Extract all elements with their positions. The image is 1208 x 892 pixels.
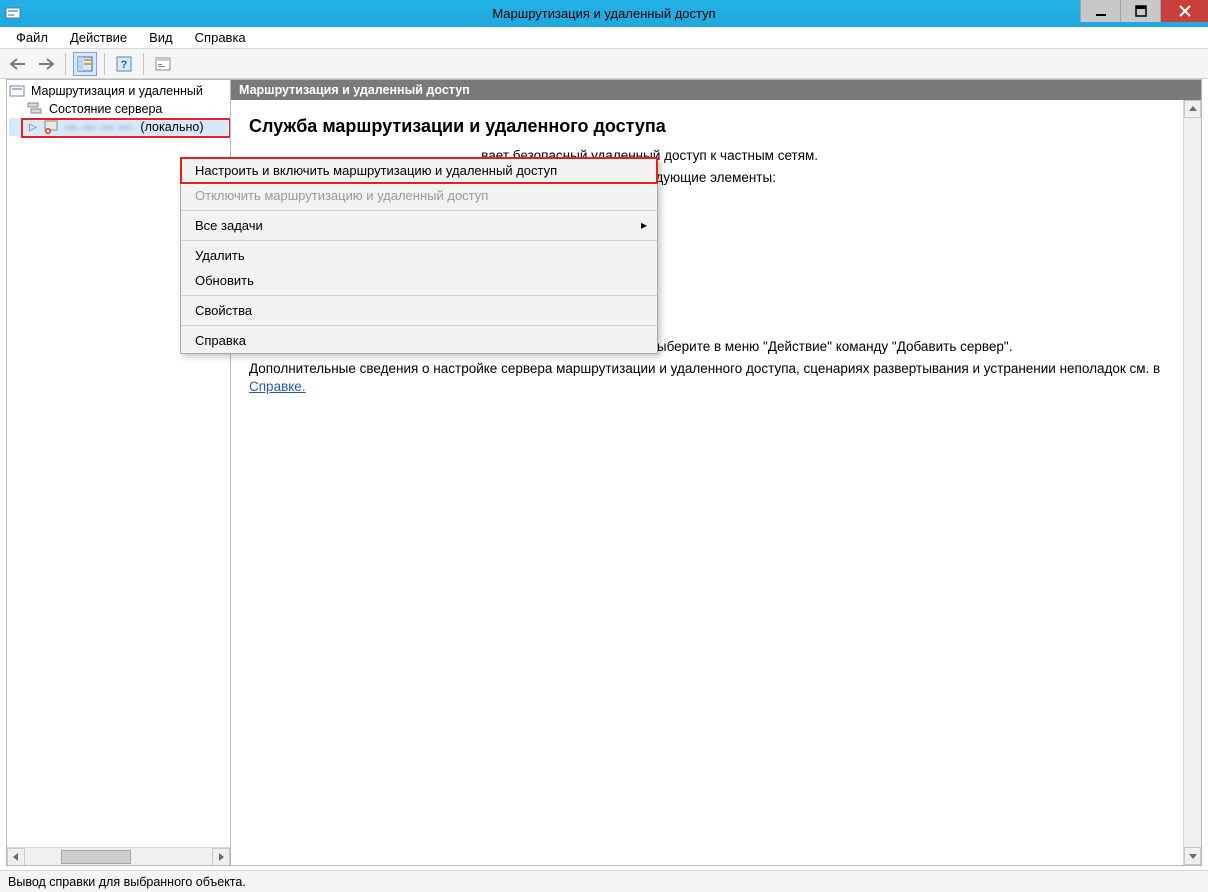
tree-root: Маршрутизация и удаленный Состояние серв… [7,80,230,138]
content-title: Служба маршрутизации и удаленного доступ… [249,116,1165,137]
ctx-separator [181,325,657,326]
maximize-button[interactable] [1120,0,1160,22]
servers-icon [27,101,43,117]
ctx-refresh[interactable]: Обновить [181,268,657,293]
properties-button[interactable] [151,52,175,76]
ctx-separator [181,240,657,241]
ctx-help[interactable]: Справка [181,328,657,353]
tree-node-root[interactable]: Маршрутизация и удаленный [9,82,228,100]
tree-node-local-suffix: (локально) [138,120,205,134]
toolbar: ? [0,49,1208,79]
toolbar-separator [65,53,66,75]
scroll-left-button[interactable] [7,848,25,866]
tree-node-server-status[interactable]: Состояние сервера [9,100,228,118]
back-button[interactable] [6,52,30,76]
app-icon [0,0,26,27]
ctx-all-tasks[interactable]: Все задачи [181,213,657,238]
menu-action[interactable]: Действие [60,28,137,47]
menubar: Файл Действие Вид Справка [0,27,1208,49]
content-paragraph-more: Дополнительные сведения о настройке серв… [249,360,1165,396]
content-header: Маршрутизация и удаленный доступ [231,80,1201,100]
help-link[interactable]: Справке. [249,379,306,394]
menu-view[interactable]: Вид [139,28,183,47]
help-button[interactable]: ? [112,52,136,76]
server-icon [9,83,25,99]
expand-icon[interactable]: ▷ [27,122,39,133]
titlebar: Маршрутизация и удаленный доступ [0,0,1208,27]
scrollbar-track[interactable] [25,848,212,866]
show-hide-tree-button[interactable] [73,52,97,76]
ctx-configure-enable[interactable]: Настроить и включить маршрутизацию и уда… [181,158,657,183]
close-button[interactable] [1160,0,1208,22]
statusbar: Вывод справки для выбранного объекта. [0,870,1208,892]
scroll-down-button[interactable] [1184,847,1201,865]
ctx-disable: Отключить маршрутизацию и удаленный дост… [181,183,657,208]
minimize-button[interactable] [1080,0,1120,22]
menu-help[interactable]: Справка [185,28,256,47]
svg-text:?: ? [121,59,128,71]
tree-node-server-status-label: Состояние сервера [47,102,164,116]
context-menu: Настроить и включить маршрутизацию и уда… [180,157,658,354]
scroll-up-button[interactable] [1184,100,1201,118]
tree-node-root-label: Маршрутизация и удаленный [29,84,205,98]
scrollbar-track[interactable] [1184,118,1201,847]
server-stopped-icon [43,119,59,135]
toolbar-separator [104,53,105,75]
window-title: Маршрутизация и удаленный доступ [0,6,1208,21]
tree-node-local[interactable]: ▷ — — — — (локально) [9,118,228,136]
scrollbar-thumb[interactable] [61,850,131,864]
window-buttons [1080,0,1208,27]
menu-file[interactable]: Файл [6,28,58,47]
ctx-delete[interactable]: Удалить [181,243,657,268]
statusbar-text: Вывод справки для выбранного объекта. [8,875,246,889]
ctx-properties[interactable]: Свойства [181,298,657,323]
toolbar-separator [143,53,144,75]
tree-horizontal-scrollbar[interactable] [7,847,230,865]
content-vertical-scrollbar[interactable] [1183,100,1201,865]
ctx-separator [181,295,657,296]
scroll-right-button[interactable] [212,848,230,866]
ctx-separator [181,210,657,211]
forward-button[interactable] [34,52,58,76]
tree-node-local-hostname: — — — — [63,120,134,134]
